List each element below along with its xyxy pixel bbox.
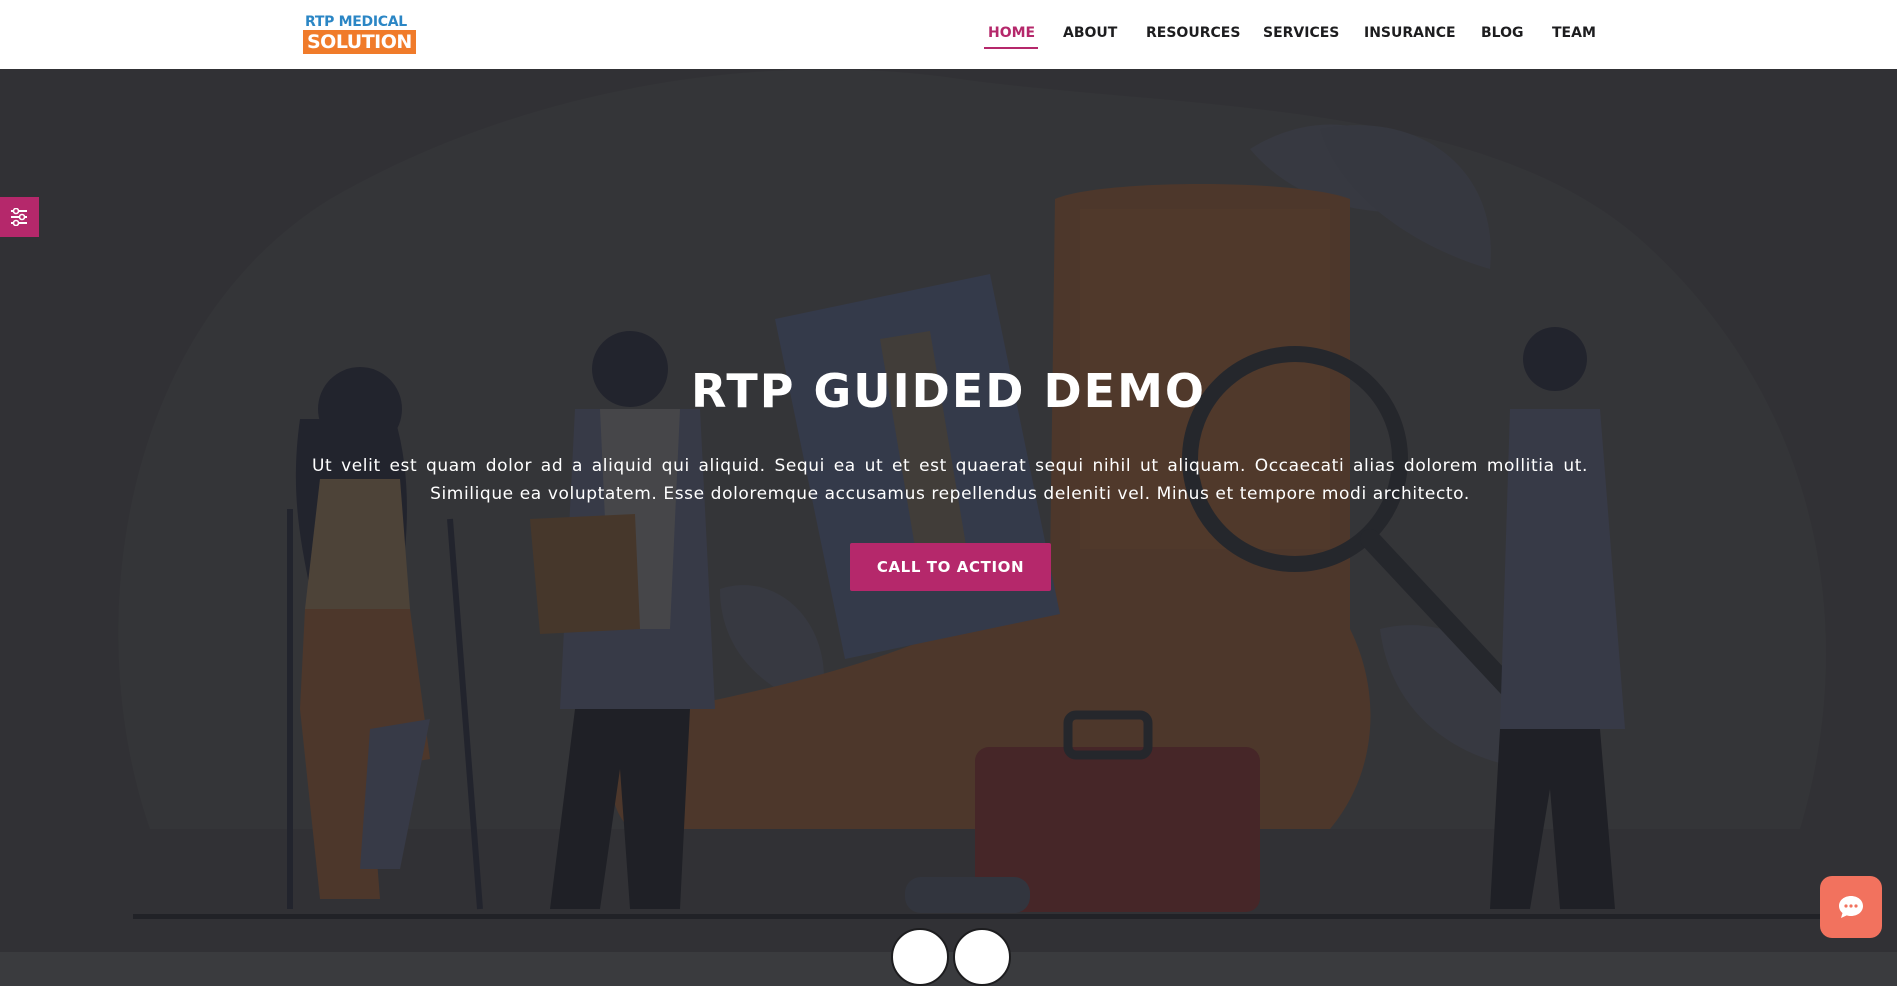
nav-item-home[interactable]: HOME bbox=[988, 0, 1035, 67]
nav-item-team[interactable]: TEAM bbox=[1552, 0, 1596, 67]
chat-bubble-icon bbox=[1839, 896, 1863, 918]
hero-overlay bbox=[0, 69, 1897, 952]
nav-item-about[interactable]: ABOUT bbox=[1063, 0, 1117, 67]
nav-item-services[interactable]: SERVICES bbox=[1263, 0, 1339, 67]
nav-item-blog[interactable]: BLOG bbox=[1481, 0, 1524, 67]
settings-side-tab[interactable] bbox=[0, 197, 39, 237]
slider-nav-prev[interactable] bbox=[891, 928, 949, 986]
call-to-action-button[interactable]: CALL TO ACTION bbox=[850, 543, 1051, 591]
hero-description: Ut velit est quam dolor ad a aliquid qui… bbox=[312, 456, 1588, 504]
nav-item-resources[interactable]: RESOURCES bbox=[1146, 0, 1240, 67]
hero-title: RTP GUIDED DEMO bbox=[691, 364, 1206, 418]
nav-item-insurance[interactable]: INSURANCE bbox=[1364, 0, 1456, 67]
active-nav-indicator bbox=[984, 47, 1038, 49]
slider-nav-next[interactable] bbox=[953, 928, 1011, 986]
chat-button[interactable] bbox=[1820, 876, 1882, 938]
sliders-icon bbox=[11, 208, 27, 226]
site-header: RTP MEDICAL SOLUTION HOME ABOUT RESOURCE… bbox=[0, 0, 1897, 69]
main-nav: HOME ABOUT RESOURCES SERVICES INSURANCE … bbox=[0, 0, 1897, 69]
hero-section: RTP GUIDED DEMO Ut velit est quam dolor … bbox=[0, 69, 1897, 952]
